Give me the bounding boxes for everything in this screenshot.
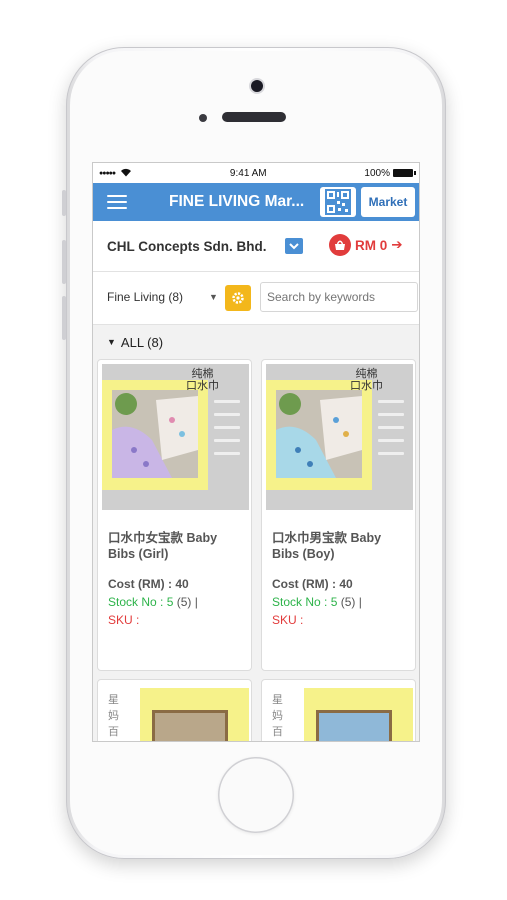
app-bar: FINE LIVING Mar... Market	[93, 183, 419, 221]
section-label: ALL (8)	[120, 334, 164, 350]
battery-indicator: 100%	[364, 167, 416, 179]
status-time: 9:41 AM	[229, 167, 267, 179]
product-name: 口水巾女宝款 Baby Bibs (Girl)	[108, 531, 218, 561]
product-stock: Stock No : 5 (5) |	[108, 595, 198, 609]
product-card[interactable]: 星妈百家	[261, 679, 416, 741]
app-screen: ●●●●● 9:41 AM 100% FINE LIVING Mar... Ma…	[92, 162, 420, 742]
product-cost: Cost (RM) : 40	[272, 577, 353, 591]
volume-down-button	[62, 296, 66, 340]
product-name: 口水巾男宝款 Baby Bibs (Boy)	[272, 531, 382, 561]
product-image: 星妈百家	[266, 684, 413, 741]
chevron-down-icon	[289, 242, 299, 249]
mute-switch	[62, 190, 66, 216]
arrow-right-icon: ➔	[391, 237, 403, 252]
company-dropdown-button[interactable]	[285, 238, 303, 254]
earpiece-speaker	[222, 112, 286, 122]
company-bar: CHL Concepts Sdn. Bhd. RM 0 ➔	[93, 221, 419, 272]
product-card[interactable]: 纯棉 口水巾 口水巾女宝款 Baby Bibs (Girl) Cost (RM)…	[97, 359, 252, 671]
product-sku: SKU :	[272, 613, 304, 627]
front-camera	[251, 80, 263, 92]
app-title: FINE LIVING Mar...	[169, 193, 305, 210]
qr-code-button[interactable]	[320, 187, 356, 217]
settings-button[interactable]	[225, 285, 251, 311]
filter-bar: Fine Living (8) ▼	[93, 272, 419, 325]
search-input[interactable]	[260, 282, 418, 312]
product-grid: 纯棉 口水巾 口水巾女宝款 Baby Bibs (Girl) Cost (RM)…	[93, 359, 419, 671]
volume-up-button	[62, 240, 66, 284]
status-bar: ●●●●● 9:41 AM 100%	[93, 163, 419, 183]
section-header[interactable]: ▼ ALL (8)	[93, 325, 419, 359]
shopping-basket-icon	[329, 234, 351, 256]
product-image-caption: 星妈百家	[108, 694, 119, 738]
product-image-caption: 纯棉 口水巾	[350, 368, 383, 392]
caret-down-icon: ▼	[107, 337, 116, 347]
product-image: 星妈百家	[102, 684, 249, 741]
product-image-caption: 星妈百家	[272, 694, 283, 738]
battery-icon	[392, 169, 416, 177]
product-sku: SKU :	[108, 613, 140, 627]
signal-strength-icon: ●●●●●	[99, 169, 116, 177]
wifi-icon	[120, 168, 132, 179]
proximity-sensor	[199, 114, 207, 122]
product-card[interactable]: 星妈百家	[97, 679, 252, 741]
product-card[interactable]: 纯棉 口水巾 口水巾男宝款 Baby Bibs (Boy) Cost (RM) …	[261, 359, 416, 671]
signal-indicator: ●●●●●	[99, 168, 132, 179]
company-name: CHL Concepts Sdn. Bhd.	[107, 238, 267, 254]
caret-down-icon[interactable]: ▼	[209, 292, 218, 302]
product-cost: Cost (RM) : 40	[108, 577, 189, 591]
menu-icon[interactable]	[107, 195, 127, 209]
qr-code-icon	[325, 189, 351, 215]
category-select[interactable]: Fine Living (8)	[107, 290, 183, 304]
product-grid-row-2: 星妈百家 星妈百家	[93, 671, 419, 741]
product-image-caption: 纯棉 口水巾	[186, 368, 219, 392]
cart-total: RM 0	[355, 237, 388, 253]
battery-percent: 100%	[364, 167, 390, 179]
product-stock: Stock No : 5 (5) |	[272, 595, 362, 609]
product-image: 纯棉 口水巾	[266, 364, 413, 510]
gear-icon	[232, 292, 244, 304]
home-button[interactable]	[218, 757, 294, 833]
product-image: 纯棉 口水巾	[102, 364, 249, 510]
cart-button[interactable]: RM 0 ➔	[329, 234, 403, 256]
market-button[interactable]: Market	[361, 187, 415, 217]
